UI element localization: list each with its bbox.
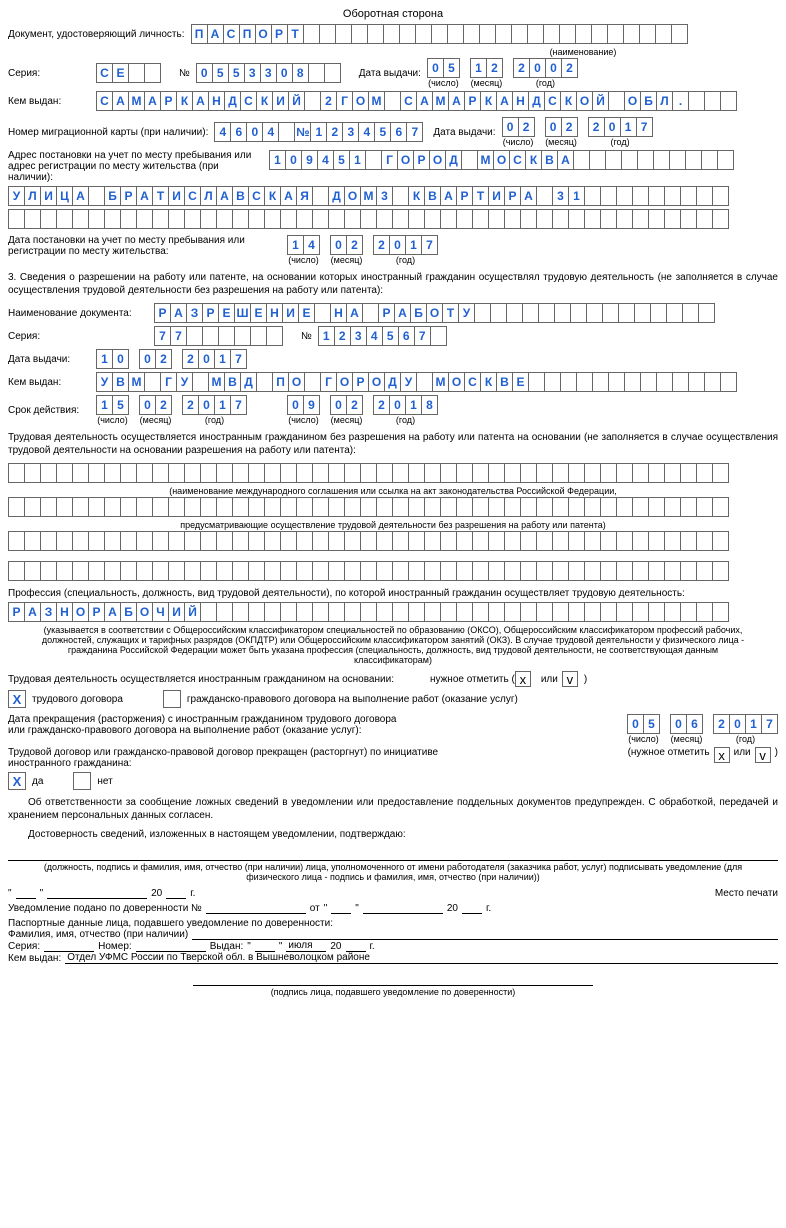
section-3: 3. Сведения о разрешении на работу или п… <box>8 271 778 297</box>
addr-line3-cells[interactable] <box>8 209 729 229</box>
opt-civil: гражданско-правового договора на выполне… <box>187 694 518 705</box>
migr-month-cells[interactable]: 02 <box>545 117 578 137</box>
addr-label: Адрес постановки на учет по месту пребыв… <box>8 150 263 183</box>
issued-by-cells[interactable]: САМАРКАНДСКИЙ 2ГОМ САМАРКАНДСКОЙ ОБЛ. <box>96 91 737 111</box>
term-month-cells[interactable]: 06 <box>670 714 703 734</box>
signature-line[interactable] <box>8 847 778 861</box>
place-stamp: Место печати <box>715 888 778 899</box>
permit-name-cells[interactable]: РАЗРЕШЕНИЕ НА РАБОТУ <box>154 303 715 323</box>
permit-month-cells[interactable]: 02 <box>139 349 172 369</box>
mark-x-box: x <box>515 671 531 687</box>
check-yes[interactable]: Х <box>8 772 26 790</box>
migr-year-cells[interactable]: 2017 <box>588 117 653 137</box>
no-label: нет <box>97 776 112 787</box>
addr-line1-cells[interactable]: 109451 ГОРОД МОСКВА <box>269 150 734 170</box>
init-x: x <box>714 747 730 763</box>
series-label: Серия: <box>8 68 90 79</box>
permit-name-label: Наименование документа: <box>8 308 148 319</box>
issue-date-label: Дата выдачи: <box>359 68 421 79</box>
migr-date-label: Дата выдачи: <box>433 127 495 138</box>
reg-day-cells[interactable]: 14 <box>287 235 320 255</box>
passport-proxy-label: Паспортные данные лица, подавшего уведом… <box>8 918 778 929</box>
issued-by-label: Кем выдан: <box>8 96 90 107</box>
permit-num-cells[interactable]: 1234567 <box>318 326 447 346</box>
warn-para: Об ответственности за сообщение ложных с… <box>8 796 778 822</box>
init-v: v <box>755 747 771 763</box>
permit-num-label: № <box>301 331 312 342</box>
permit-day-cells[interactable]: 10 <box>96 349 129 369</box>
init-label: Трудовой договор или гражданско-правовой… <box>8 747 458 769</box>
addr-line2-cells[interactable]: УЛИЦА БРАТИСЛАВСКАЯ ДОМ3 КВАРТИРА 31 <box>8 186 729 206</box>
migr-day-cells[interactable]: 02 <box>502 117 535 137</box>
fio-label: Фамилия, имя, отчество (при наличии) <box>8 929 188 940</box>
check-labor[interactable]: Х <box>8 690 26 708</box>
mark-label: нужное отметить ( <box>430 674 515 685</box>
issue-year-cells[interactable]: 2002 <box>513 58 578 78</box>
series-cells[interactable]: СЕ <box>96 63 161 83</box>
doc-type-label: Документ, удостоверяющий личность: <box>8 29 185 40</box>
reg-year-cells[interactable]: 2017 <box>373 235 438 255</box>
migr-cells[interactable]: 4604 №1234567 <box>214 122 423 142</box>
doc-type-cells[interactable]: ПАСПОРТ <box>191 24 688 44</box>
num-cells[interactable]: 0553308 <box>196 63 341 83</box>
permit-series-label: Серия: <box>8 331 148 342</box>
permit-series-cells[interactable]: 77 <box>154 326 283 346</box>
permit-by-cells[interactable]: УВМ ГУ МВД ПО ГОРОДУ МОСКВЕ <box>96 372 737 392</box>
term-day-cells[interactable]: 05 <box>627 714 660 734</box>
validity-label: Срок действия: <box>8 405 90 416</box>
reg-date-label: Дата постановки на учет по месту пребыва… <box>8 235 263 257</box>
basis-para: Трудовая деятельность осуществляется ино… <box>8 431 778 457</box>
opt-labor: трудового договора <box>32 694 123 705</box>
proxy-sig-sub: (подпись лица, подавшего уведомление по … <box>193 987 593 997</box>
permit-year-cells[interactable]: 2017 <box>182 349 247 369</box>
confirm-para: Достоверность сведений, изложенных в нас… <box>8 828 778 841</box>
basis-line3-cells[interactable] <box>8 531 729 551</box>
agree-sub1: (наименование международного соглашения … <box>8 486 778 496</box>
basis-line1-cells[interactable] <box>8 463 729 483</box>
permit-date-label: Дата выдачи: <box>8 354 90 365</box>
reg-month-cells[interactable]: 02 <box>330 235 363 255</box>
term-year-cells[interactable]: 2017 <box>713 714 778 734</box>
init-mark: (нужное отметить <box>628 747 710 758</box>
proxy-issued-by[interactable]: Отдел УФМС России по Тверской обл. в Выш… <box>65 952 778 964</box>
num-label: № <box>179 68 190 79</box>
page-title: Оборотная сторона <box>8 8 778 20</box>
basis-line4-cells[interactable] <box>8 561 729 581</box>
proxy-sig-line[interactable] <box>193 974 593 986</box>
proxy-num-label: Уведомление подано по доверенности № <box>8 903 202 914</box>
basis-label: Трудовая деятельность осуществляется ино… <box>8 674 394 685</box>
prof-sub: (указывается в соответствии с Общероссий… <box>8 625 778 665</box>
doc-sub: (наименование) <box>388 47 778 57</box>
permit-by-label: Кем выдан: <box>8 377 90 388</box>
sig-sub: (должность, подпись и фамилия, имя, отче… <box>8 862 778 882</box>
agree-sub2: предусматривающие осуществление трудовой… <box>8 520 778 530</box>
issue-day-cells[interactable]: 05 <box>427 58 460 78</box>
prof-cells[interactable]: РАЗНОРАБОЧИЙ <box>8 602 729 622</box>
issue-month-cells[interactable]: 12 <box>470 58 503 78</box>
mark-v-box: v <box>562 671 578 687</box>
term-label: Дата прекращения (расторжения) с иностра… <box>8 714 408 736</box>
prof-label: Профессия (специальность, должность, вид… <box>8 587 778 600</box>
yes-label: да <box>32 776 43 787</box>
check-no[interactable] <box>73 772 91 790</box>
check-civil[interactable] <box>163 690 181 708</box>
migr-label: Номер миграционной карты (при наличии): <box>8 127 208 138</box>
basis-line2-cells[interactable] <box>8 497 729 517</box>
